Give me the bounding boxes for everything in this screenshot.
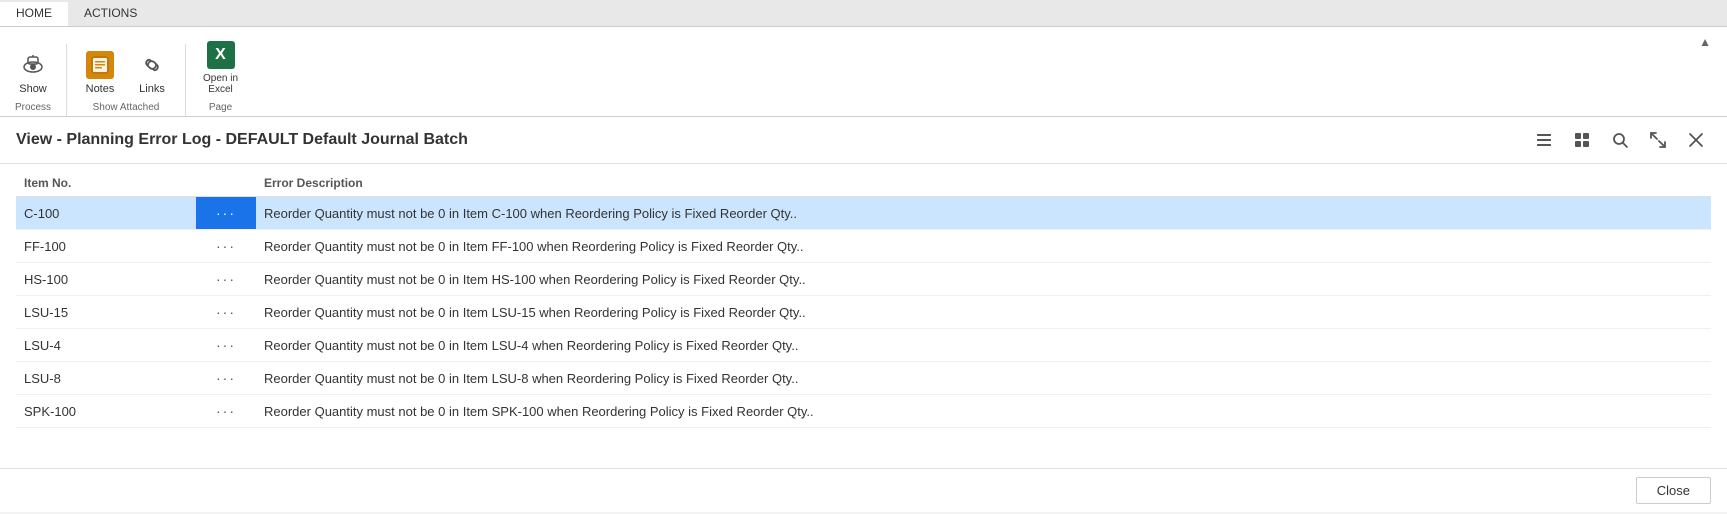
row-actions-button[interactable]: ··· [210,203,242,223]
cell-error-description: Reorder Quantity must not be 0 in Item C… [256,197,1711,230]
col-header-actions [196,168,256,197]
ribbon-group-page: X Open inExcel Page [194,34,255,116]
tab-actions[interactable]: ACTIONS [68,2,153,26]
cell-item-no: FF-100 [16,230,196,263]
links-button[interactable]: Links [127,44,177,100]
card-view-icon [1573,131,1591,149]
cell-item-no: LSU-4 [16,329,196,362]
notes-icon [84,49,116,81]
cell-error-description: Reorder Quantity must not be 0 in Item L… [256,362,1711,395]
search-icon [1611,131,1629,149]
cell-error-description: Reorder Quantity must not be 0 in Item F… [256,230,1711,263]
ribbon-bar: Show Process [0,27,1727,117]
notes-label: Notes [86,83,115,95]
row-actions-button[interactable]: ··· [210,368,242,388]
tab-home[interactable]: HOME [0,2,68,26]
show-label: Show [19,83,47,95]
row-actions-button[interactable]: ··· [210,236,242,256]
row-actions-button[interactable]: ··· [210,401,242,421]
col-header-item-no: Item No. [16,168,196,197]
card-view-button[interactable] [1567,127,1597,153]
cell-error-description: Reorder Quantity must not be 0 in Item S… [256,395,1711,428]
table-row[interactable]: FF-100 ··· Reorder Quantity must not be 0 … [16,230,1711,263]
cell-actions: ··· [196,296,256,329]
cell-item-no: C-100 [16,197,196,230]
cell-actions: ··· [196,362,256,395]
expand-icon [1649,131,1667,149]
ribbon-group-page-items: X Open inExcel [194,34,247,100]
process-group-label: Process [8,100,58,116]
table-row[interactable]: LSU-4 ··· Reorder Quantity must not be 0 i… [16,329,1711,362]
table-row[interactable]: SPK-100 ··· Reorder Quantity must not be 0… [16,395,1711,428]
table-row[interactable]: HS-100 ··· Reorder Quantity must not be 0 … [16,263,1711,296]
cell-item-no: SPK-100 [16,395,196,428]
links-label: Links [139,83,165,95]
footer: Close [0,468,1727,512]
content-area: View - Planning Error Log - DEFAULT Defa… [0,117,1727,512]
open-in-excel-button[interactable]: X Open inExcel [194,34,247,100]
row-actions-button[interactable]: ··· [210,302,242,322]
page-group-label: Page [194,100,247,116]
table-row[interactable]: LSU-15 ··· Reorder Quantity must not be 0 … [16,296,1711,329]
cell-actions: ··· [196,395,256,428]
ribbon-group-process: Show Process [8,44,67,116]
page-title: View - Planning Error Log - DEFAULT Defa… [16,131,468,149]
search-button[interactable] [1605,127,1635,153]
links-icon [136,49,168,81]
cell-error-description: Reorder Quantity must not be 0 in Item L… [256,296,1711,329]
show-attached-group-label: Show Attached [75,100,177,116]
table-row[interactable]: C-100 ··· Reorder Quantity must not be 0 i… [16,197,1711,230]
close-page-button[interactable] [1681,127,1711,153]
ribbon-tabs: HOME ACTIONS [0,0,1727,27]
list-view-icon [1535,131,1553,149]
title-actions [1529,127,1711,153]
cell-item-no: LSU-15 [16,296,196,329]
cell-actions: ··· [196,329,256,362]
show-icon [17,49,49,81]
data-table: Item No. Error Description C-100 ··· Reord… [16,168,1711,428]
close-page-icon [1687,131,1705,149]
notes-button[interactable]: Notes [75,44,125,100]
show-button[interactable]: Show [8,44,58,100]
cell-error-description: Reorder Quantity must not be 0 in Item H… [256,263,1711,296]
row-actions-button[interactable]: ··· [210,335,242,355]
cell-actions: ··· [196,230,256,263]
excel-icon: X [205,39,237,71]
page-title-bar: View - Planning Error Log - DEFAULT Defa… [0,117,1727,164]
table-body: C-100 ··· Reorder Quantity must not be 0 i… [16,197,1711,428]
ribbon-group-show-attached: Notes Links Show Attached [75,44,186,116]
cell-actions: ··· [196,263,256,296]
cell-actions: ··· [196,197,256,230]
ribbon-collapse-button[interactable]: ▲ [1691,33,1719,51]
table-header: Item No. Error Description [16,168,1711,197]
row-actions-button[interactable]: ··· [210,269,242,289]
table-row[interactable]: LSU-8 ··· Reorder Quantity must not be 0 i… [16,362,1711,395]
close-button[interactable]: Close [1636,477,1711,504]
ribbon-group-process-items: Show [8,44,58,100]
expand-button[interactable] [1643,127,1673,153]
cell-item-no: LSU-8 [16,362,196,395]
open-in-excel-label: Open inExcel [203,73,238,95]
cell-error-description: Reorder Quantity must not be 0 in Item L… [256,329,1711,362]
ribbon-group-show-attached-items: Notes Links [75,44,177,100]
col-header-error-description: Error Description [256,168,1711,197]
list-view-button[interactable] [1529,127,1559,153]
data-table-wrapper: Item No. Error Description C-100 ··· Reord… [0,168,1727,428]
cell-item-no: HS-100 [16,263,196,296]
